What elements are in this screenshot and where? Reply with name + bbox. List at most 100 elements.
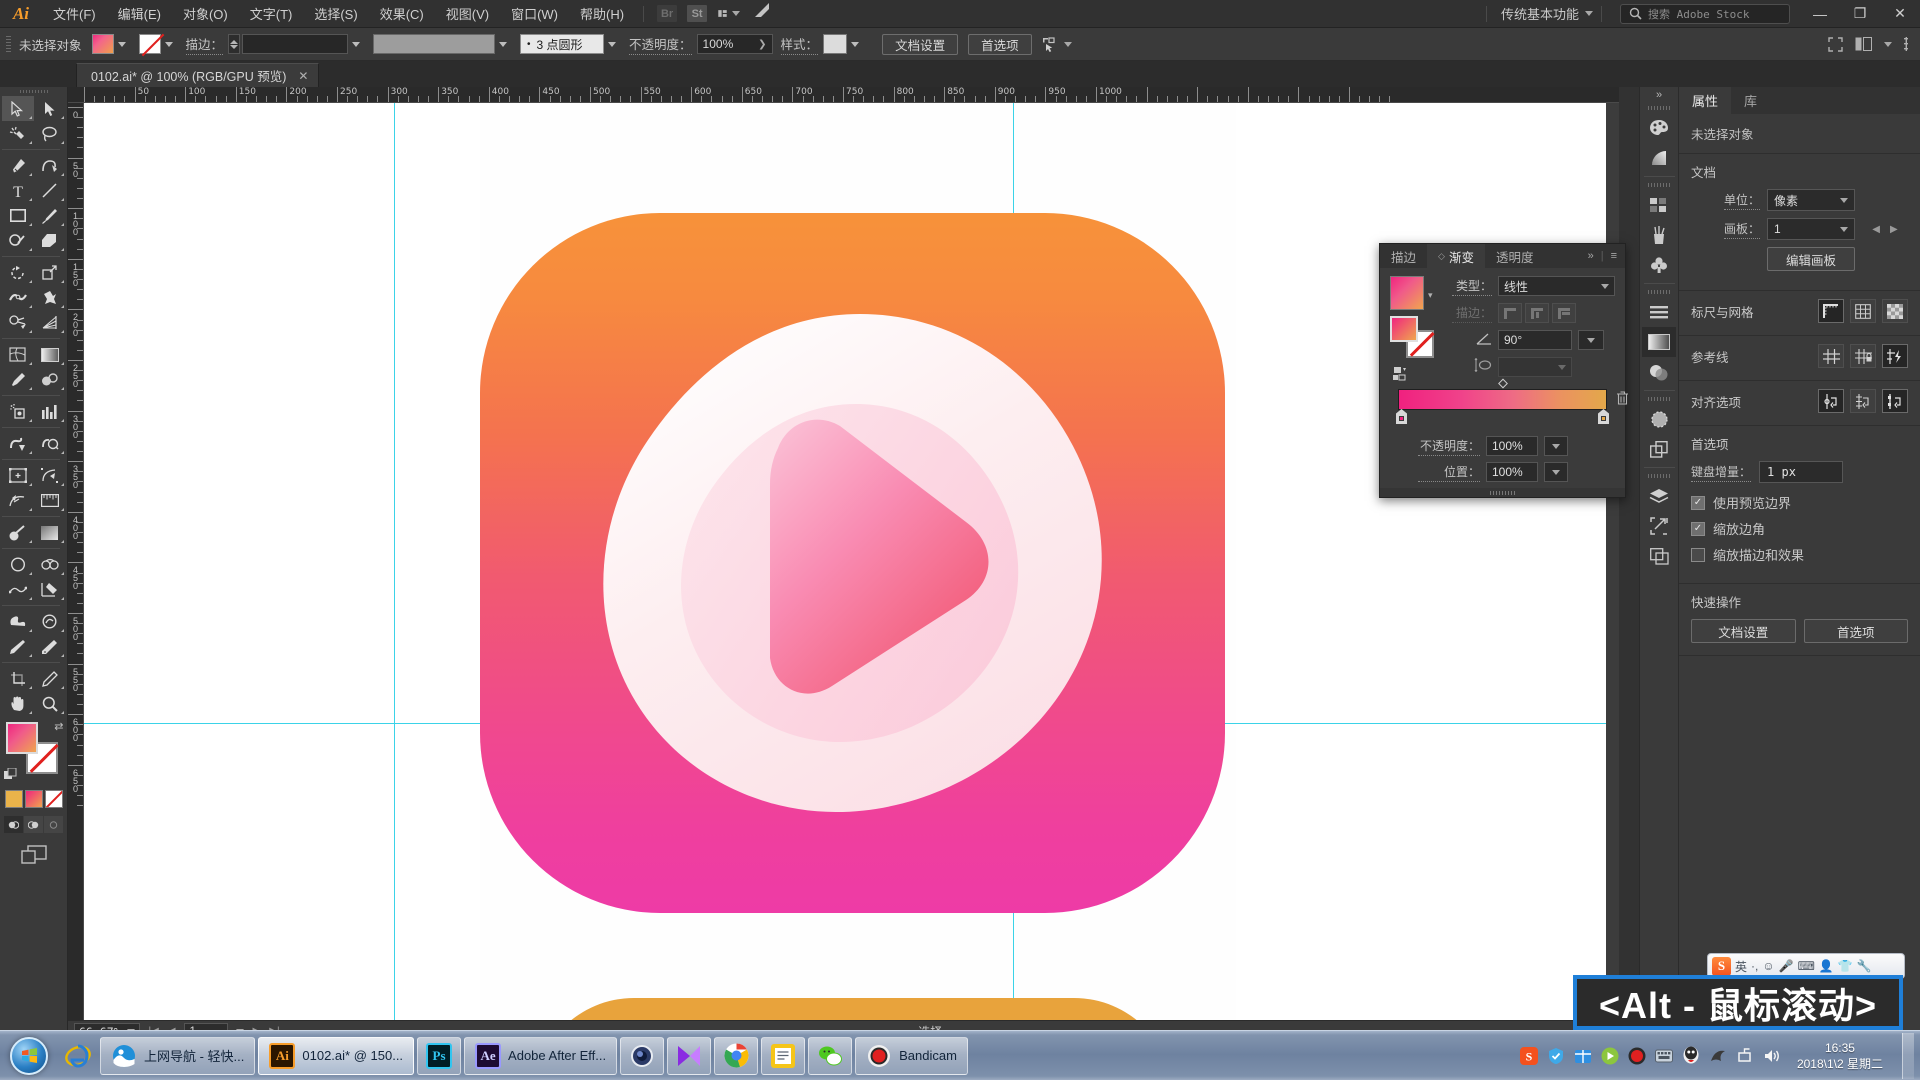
shaper-tool[interactable]: [2, 228, 34, 253]
tab-properties[interactable]: 属性: [1679, 87, 1732, 114]
ime-skin-icon[interactable]: 👕: [1838, 959, 1853, 973]
spiral-tool[interactable]: [2, 577, 34, 602]
gradient-type-select[interactable]: 线性: [1498, 276, 1615, 296]
preview-bounds-checkbox[interactable]: ✓: [1691, 495, 1705, 510]
edit-artboards-button[interactable]: 编辑画板: [1767, 247, 1855, 271]
artboard-prev-icon[interactable]: ◀: [1872, 224, 1880, 235]
scale-corners-checkbox[interactable]: ✓: [1691, 521, 1705, 536]
control-panel-menu-icon[interactable]: [1904, 37, 1908, 51]
stroke-style-chevron-down-icon[interactable]: [604, 34, 621, 54]
horizontal-ruler[interactable]: 50 100 150 200 250 300 350 400 450 500 550 600 650 70…: [68, 87, 1619, 103]
live-paint-selection-tool[interactable]: [34, 431, 66, 456]
workspace-switcher[interactable]: 传统基本功能: [1495, 4, 1585, 23]
window-close-button[interactable]: ✕: [1880, 0, 1920, 28]
window-minimize-button[interactable]: —: [1800, 0, 1840, 28]
stroke-gradient-along-icon[interactable]: [1525, 303, 1549, 323]
menu-window[interactable]: 窗口(W): [500, 0, 569, 28]
canvas-area[interactable]: [84, 103, 1619, 1021]
add-anchor-point-tool[interactable]: [34, 666, 66, 691]
gradient-ramp[interactable]: [1398, 389, 1607, 410]
gradient-aspect-input[interactable]: [1498, 357, 1572, 377]
document-tab[interactable]: 0102.ai* @ 100% (RGB/GPU 预览) ✕: [76, 63, 320, 87]
crop-image-tool[interactable]: [2, 666, 34, 691]
preferences-button[interactable]: 首选项: [968, 33, 1032, 55]
preview-bounds-checkbox-row[interactable]: ✓ 使用预览边界: [1691, 493, 1908, 512]
volume-icon[interactable]: [1762, 1046, 1782, 1066]
eyedropper-tool[interactable]: [2, 367, 34, 392]
draw-behind-icon[interactable]: [24, 816, 43, 833]
dock-group-handle[interactable]: [1640, 103, 1678, 113]
qq-icon[interactable]: [1681, 1046, 1701, 1066]
arc-tool[interactable]: [34, 552, 66, 577]
unit-select[interactable]: 像素: [1767, 189, 1855, 211]
taskbar-item-cinema4d[interactable]: [620, 1036, 665, 1075]
window-restore-button[interactable]: ❐: [1840, 0, 1880, 28]
sogou-logo-icon[interactable]: S: [1712, 956, 1731, 976]
fill-dropdown-chevron-down-icon[interactable]: [113, 34, 130, 54]
start-button[interactable]: [2, 1034, 56, 1078]
opacity-input[interactable]: 100% ❯: [696, 34, 773, 54]
menu-select[interactable]: 选择(S): [303, 0, 368, 28]
gradient-preview-swatch[interactable]: [1390, 276, 1424, 310]
scale-tool[interactable]: [34, 260, 66, 285]
scale-strokes-checkbox[interactable]: [1691, 547, 1705, 562]
swatches-panel-icon[interactable]: [1642, 190, 1676, 220]
width-tool[interactable]: [2, 285, 34, 310]
symbol-sprayer-tool[interactable]: [2, 399, 34, 424]
gradient-fill-indicator[interactable]: [1390, 316, 1418, 342]
taskbar-item-illustrator[interactable]: Ai 0102.ai* @ 150...: [258, 1036, 415, 1075]
taskbar-item-notes[interactable]: [761, 1036, 806, 1075]
swap-fill-stroke-icon[interactable]: ⇄: [54, 720, 63, 733]
ime-voice-icon[interactable]: 🎤: [1779, 959, 1794, 973]
delete-stop-icon[interactable]: [1616, 391, 1629, 409]
blend-tool[interactable]: [34, 367, 66, 392]
puppet-warp-tool[interactable]: [2, 488, 34, 513]
artboards-panel-icon[interactable]: [1642, 541, 1676, 571]
paintbrush-tool[interactable]: [34, 203, 66, 228]
screen-mode-icon[interactable]: [20, 845, 47, 868]
lasso-tool[interactable]: [34, 121, 66, 146]
shape-builder-tool[interactable]: [2, 310, 34, 335]
quicklaunch-internet-explorer[interactable]: [56, 1034, 100, 1078]
draw-inside-icon[interactable]: [44, 816, 63, 833]
document-tab-close-icon[interactable]: ✕: [298, 69, 308, 83]
artboard-next-icon[interactable]: ▶: [1890, 224, 1898, 235]
gradient-preview-chevron-down-icon[interactable]: ▾: [1428, 290, 1433, 301]
taskbar-item-after-effects[interactable]: Ae Adobe After Eff...: [464, 1036, 618, 1075]
smooth-tool[interactable]: [34, 634, 66, 659]
taskbar-item-premiere[interactable]: [667, 1036, 712, 1075]
gradient-slider[interactable]: [1396, 378, 1628, 424]
control-bar-grip[interactable]: [4, 34, 13, 54]
ime-mode-icon[interactable]: 英: [1735, 958, 1747, 975]
export-panel-icon[interactable]: [1642, 511, 1676, 541]
ime-punctuation-icon[interactable]: ·,: [1751, 959, 1758, 973]
show-desktop-button[interactable]: [1902, 1032, 1914, 1079]
snap-to-pixel-icon[interactable]: [1882, 389, 1908, 413]
scale-strokes-checkbox-row[interactable]: 缩放描边和效果: [1691, 545, 1908, 564]
rectangle-tool[interactable]: [2, 203, 34, 228]
appearance-panel-icon[interactable]: [1642, 404, 1676, 434]
fill-color-swatch[interactable]: [91, 34, 114, 54]
stroke-profile-chevron-down-icon[interactable]: [495, 34, 512, 54]
draw-normal-icon[interactable]: [4, 816, 23, 833]
gradient-type-chevron-down-icon[interactable]: [1601, 283, 1609, 289]
keyboard-tray-icon[interactable]: [1654, 1046, 1674, 1066]
opacity-expand-icon[interactable]: ❯: [758, 39, 766, 50]
dock-collapse-icon[interactable]: »: [1656, 87, 1662, 103]
snap-to-grid-icon[interactable]: [1850, 389, 1876, 413]
paint-bucket-tool[interactable]: [2, 520, 34, 545]
fullscreen-icon[interactable]: [1828, 36, 1843, 52]
style-chevron-down-icon[interactable]: [847, 34, 864, 54]
ping-icon[interactable]: [1708, 1046, 1728, 1066]
ime-toolbox-icon[interactable]: 🔧: [1857, 959, 1872, 973]
color-guide-icon[interactable]: [1642, 143, 1676, 173]
ellipse-tool[interactable]: [2, 552, 34, 577]
column-graph-tool[interactable]: [34, 399, 66, 424]
stroke-profile-select[interactable]: [373, 34, 496, 54]
stroke-gradient-within-icon[interactable]: [1498, 303, 1522, 323]
arrange-icon[interactable]: [1855, 37, 1872, 51]
measure-tool[interactable]: [34, 488, 66, 513]
zoom-tool[interactable]: [34, 691, 66, 716]
default-fill-stroke-icon[interactable]: [3, 767, 18, 782]
pen-tool[interactable]: [2, 153, 34, 178]
